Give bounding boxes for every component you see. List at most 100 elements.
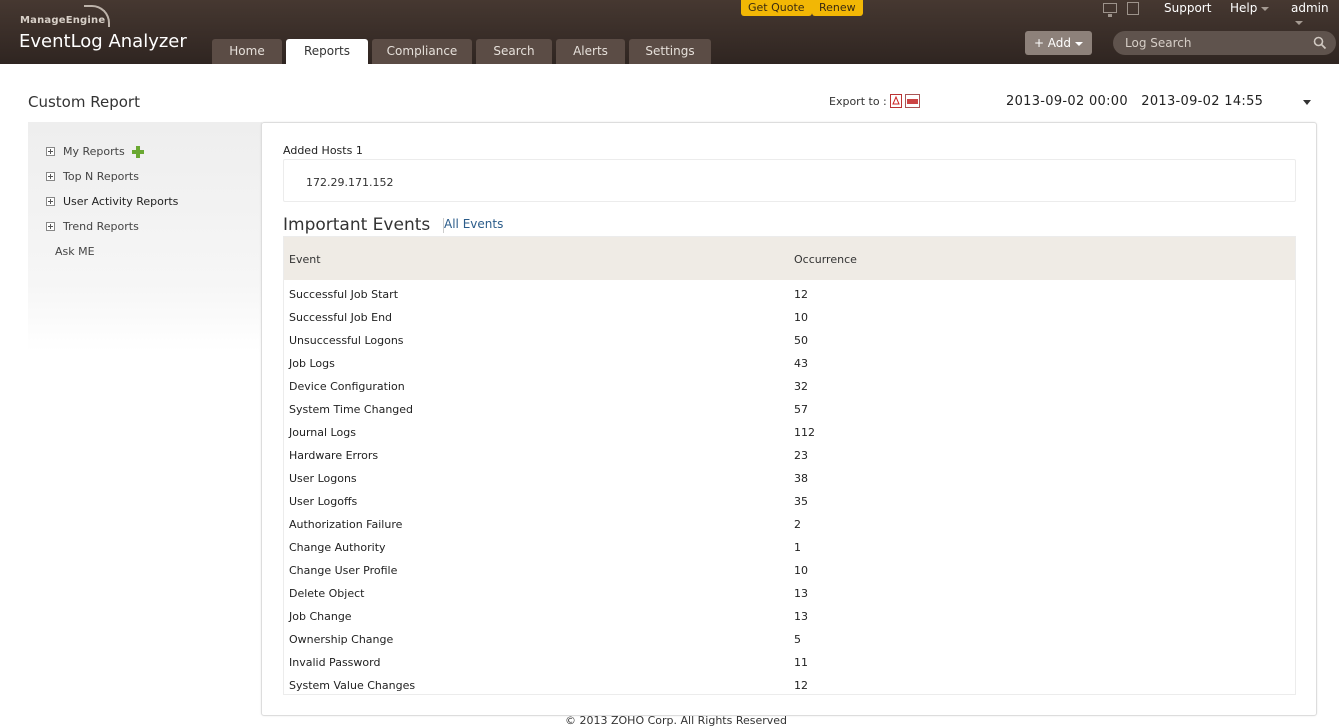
expand-icon[interactable] — [46, 172, 55, 181]
report-panel: Added Hosts 1 172.29.171.152 Important E… — [261, 122, 1317, 716]
event-name-cell[interactable]: Change Authority — [289, 541, 386, 554]
occurrence-cell[interactable]: 23 — [794, 449, 808, 462]
occurrence-cell[interactable]: 12 — [794, 288, 808, 301]
user-menu[interactable]: admin — [1291, 1, 1339, 29]
occurrence-cell[interactable]: 12 — [794, 679, 808, 692]
log-search-input[interactable] — [1125, 31, 1305, 55]
table-row[interactable]: User Logoffs 35 — [284, 490, 1295, 513]
export-label: Export to : — [829, 95, 887, 108]
event-name-cell[interactable]: System Time Changed — [289, 403, 413, 416]
table-row[interactable]: Unsuccessful Logons 50 — [284, 329, 1295, 352]
event-name-cell[interactable]: Change User Profile — [289, 564, 397, 577]
event-name-cell[interactable]: Job Logs — [289, 357, 335, 370]
help-menu[interactable]: Help — [1230, 1, 1270, 15]
sidebar-item-label: Top N Reports — [63, 170, 139, 183]
occurrence-cell[interactable]: 43 — [794, 357, 808, 370]
table-row[interactable]: Journal Logs 112 — [284, 421, 1295, 444]
event-name-cell[interactable]: Successful Job End — [289, 311, 392, 324]
table-row[interactable]: Hardware Errors 23 — [284, 444, 1295, 467]
event-name-cell[interactable]: System Value Changes — [289, 679, 415, 692]
table-row[interactable]: System Time Changed 57 — [284, 398, 1295, 421]
chevron-down-icon — [1075, 41, 1084, 46]
table-row[interactable]: Device Configuration 32 — [284, 375, 1295, 398]
csv-export-icon[interactable] — [905, 94, 920, 108]
table-row[interactable]: Delete Object 13 — [284, 582, 1295, 605]
tab-compliance[interactable]: Compliance — [372, 39, 472, 64]
user-name: admin — [1291, 1, 1329, 15]
expand-icon[interactable] — [46, 197, 55, 206]
tab-search[interactable]: Search — [476, 39, 552, 64]
occurrence-cell[interactable]: 11 — [794, 656, 808, 669]
date-range[interactable]: 2013-09-02 00:00 2013-09-02 14:55 — [1006, 94, 1263, 109]
added-hosts-label: Added Hosts 1 — [283, 144, 363, 157]
support-link[interactable]: Support — [1164, 1, 1211, 15]
renew-button[interactable]: Renew — [812, 0, 863, 16]
occurrence-cell[interactable]: 38 — [794, 472, 808, 485]
column-header-event[interactable]: Event — [289, 253, 321, 266]
table-row[interactable]: Change Authority 1 — [284, 536, 1295, 559]
add-report-icon[interactable] — [132, 146, 144, 158]
chevron-down-icon — [1261, 6, 1270, 11]
table-row[interactable]: Ownership Change 5 — [284, 628, 1295, 651]
chevron-down-icon[interactable] — [1303, 100, 1311, 105]
tab-settings[interactable]: Settings — [629, 39, 711, 64]
tab-alerts[interactable]: Alerts — [556, 39, 625, 64]
section-title: Important Events — [283, 215, 431, 235]
event-name-cell[interactable]: Authorization Failure — [289, 518, 402, 531]
pdf-export-icon[interactable] — [890, 94, 902, 108]
table-row[interactable]: System Value Changes 12 — [284, 674, 1295, 697]
event-name-cell[interactable]: Job Change — [289, 610, 352, 623]
host-ip[interactable]: 172.29.171.152 — [306, 176, 393, 189]
tab-reports[interactable]: Reports — [286, 39, 368, 64]
event-name-cell[interactable]: Successful Job Start — [289, 288, 398, 301]
get-quote-button[interactable]: Get Quote — [741, 0, 812, 16]
occurrence-cell[interactable]: 32 — [794, 380, 808, 393]
occurrence-cell[interactable]: 35 — [794, 495, 808, 508]
page-title: Custom Report — [28, 93, 140, 111]
occurrence-cell[interactable]: 13 — [794, 587, 808, 600]
event-name-cell[interactable]: User Logoffs — [289, 495, 357, 508]
occurrence-cell[interactable]: 112 — [794, 426, 815, 439]
table-row[interactable]: Job Change 13 — [284, 605, 1295, 628]
expand-icon[interactable] — [46, 222, 55, 231]
occurrence-cell[interactable]: 2 — [794, 518, 801, 531]
column-header-occurrence[interactable]: Occurrence — [794, 253, 857, 266]
event-name-cell[interactable]: Device Configuration — [289, 380, 405, 393]
expand-icon[interactable] — [46, 147, 55, 156]
app-header: ManageEngine EventLog Analyzer Get Quote… — [0, 0, 1339, 64]
add-button[interactable]: + Add — [1025, 31, 1092, 55]
table-row[interactable]: Authorization Failure 2 — [284, 513, 1295, 536]
event-name-cell[interactable]: Delete Object — [289, 587, 364, 600]
occurrence-cell[interactable]: 5 — [794, 633, 801, 646]
sidebar-item-label: User Activity Reports — [63, 195, 179, 208]
occurrence-cell[interactable]: 57 — [794, 403, 808, 416]
brand-product[interactable]: EventLog Analyzer — [19, 31, 187, 52]
table-row[interactable]: Job Logs 43 — [284, 352, 1295, 375]
search-icon[interactable] — [1313, 36, 1327, 50]
event-name-cell[interactable]: Unsuccessful Logons — [289, 334, 404, 347]
occurrence-cell[interactable]: 1 — [794, 541, 801, 554]
help-label: Help — [1230, 1, 1258, 15]
occurrence-cell[interactable]: 13 — [794, 610, 808, 623]
occurrence-cell[interactable]: 10 — [794, 311, 808, 324]
chevron-down-icon — [1295, 20, 1303, 25]
table-row[interactable]: Successful Job End 10 — [284, 306, 1295, 329]
date-from: 2013-09-02 00:00 — [1006, 94, 1128, 109]
occurrence-cell[interactable]: 50 — [794, 334, 808, 347]
event-name-cell[interactable]: Journal Logs — [289, 426, 356, 439]
all-events-link[interactable]: All Events — [444, 217, 503, 231]
occurrence-cell[interactable]: 10 — [794, 564, 808, 577]
event-name-cell[interactable]: Hardware Errors — [289, 449, 378, 462]
tab-home[interactable]: Home — [212, 39, 282, 64]
monitor-icon[interactable] — [1103, 3, 1117, 17]
table-row[interactable]: Change User Profile 10 — [284, 559, 1295, 582]
table-row[interactable]: Invalid Password 11 — [284, 651, 1295, 674]
event-name-cell[interactable]: Ownership Change — [289, 633, 393, 646]
table-row[interactable]: User Logons 38 — [284, 467, 1295, 490]
document-icon[interactable] — [1127, 2, 1139, 15]
table-row[interactable]: Successful Job Start 12 — [284, 283, 1295, 306]
date-to: 2013-09-02 14:55 — [1141, 94, 1264, 109]
event-name-cell[interactable]: User Logons — [289, 472, 357, 485]
event-name-cell[interactable]: Invalid Password — [289, 656, 380, 669]
sidebar-item-ask-me[interactable]: Ask ME — [55, 245, 95, 259]
